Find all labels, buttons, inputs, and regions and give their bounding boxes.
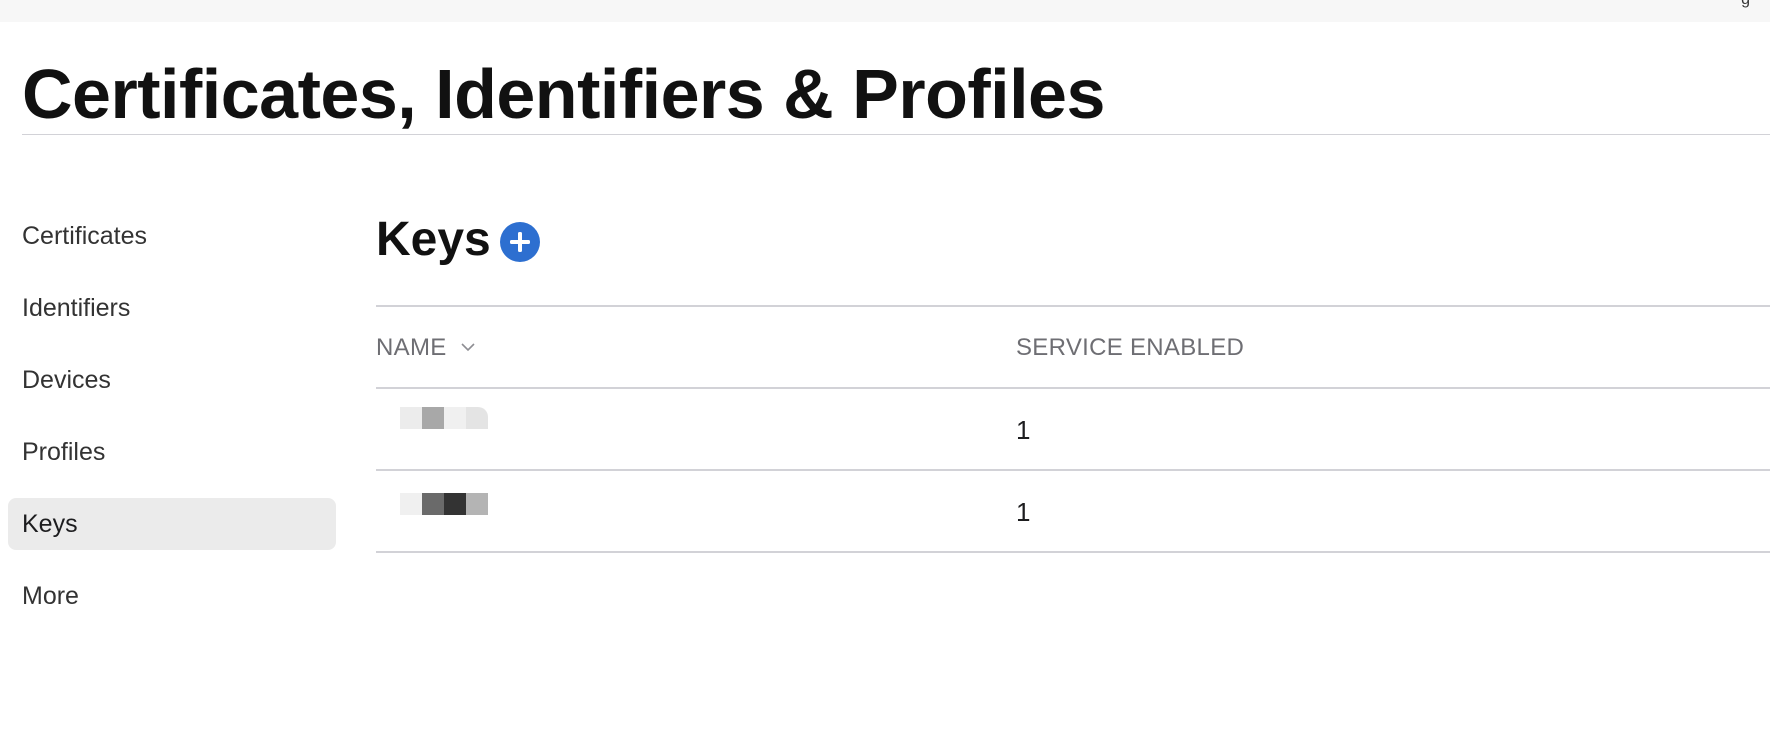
add-key-button[interactable] [500,222,540,262]
sidebar-item-label: More [22,582,79,610]
section-title: Keys [376,213,491,266]
sidebar-item-label: Profiles [22,438,106,466]
sidebar-item-label: Keys [22,510,78,538]
sidebar-item-label: Identifiers [22,294,131,322]
top-strip: g [0,0,1770,22]
sidebar-item-label: Devices [22,366,111,394]
sidebar-item-profiles[interactable]: Profiles [8,426,336,478]
column-header-label: NAME [376,334,447,361]
column-header-service-enabled: SERVICE ENABLED [1016,334,1244,362]
column-header-name[interactable]: NAME [376,334,476,362]
chevron-down-icon [460,343,475,351]
sidebar-item-devices[interactable]: Devices [8,354,336,406]
sidebar-item-keys[interactable]: Keys [8,498,336,550]
table-row[interactable]: 1 [376,471,1770,553]
sidebar-item-label: Certificates [22,222,148,250]
sidebar-item-identifiers[interactable]: Identifiers [8,282,336,334]
table-header: NAME SERVICE ENABLED [376,307,1770,389]
top-right-glyph: g [1741,0,1750,9]
redacted-key-name [400,407,500,439]
redacted-key-name [400,493,500,525]
column-header-label: SERVICE ENABLED [1016,334,1245,361]
table-row[interactable]: 1 [376,389,1770,471]
section-header: Keys [376,200,1770,280]
service-enabled-count: 1 [1016,497,1031,527]
title-divider [22,134,1770,135]
sidebar-item-certificates[interactable]: Certificates [8,210,336,262]
service-enabled-count: 1 [1016,415,1031,445]
main-content: Keys NAME SERVICE ENABLED 1 1 [376,200,1770,553]
plus-circle-icon [510,232,530,252]
sidebar-item-more[interactable]: More [8,570,336,622]
page-title: Certificates, Identifiers & Profiles [22,55,1105,133]
keys-table: NAME SERVICE ENABLED 1 1 [376,305,1770,553]
sidebar: Certificates Identifiers Devices Profile… [8,210,336,642]
